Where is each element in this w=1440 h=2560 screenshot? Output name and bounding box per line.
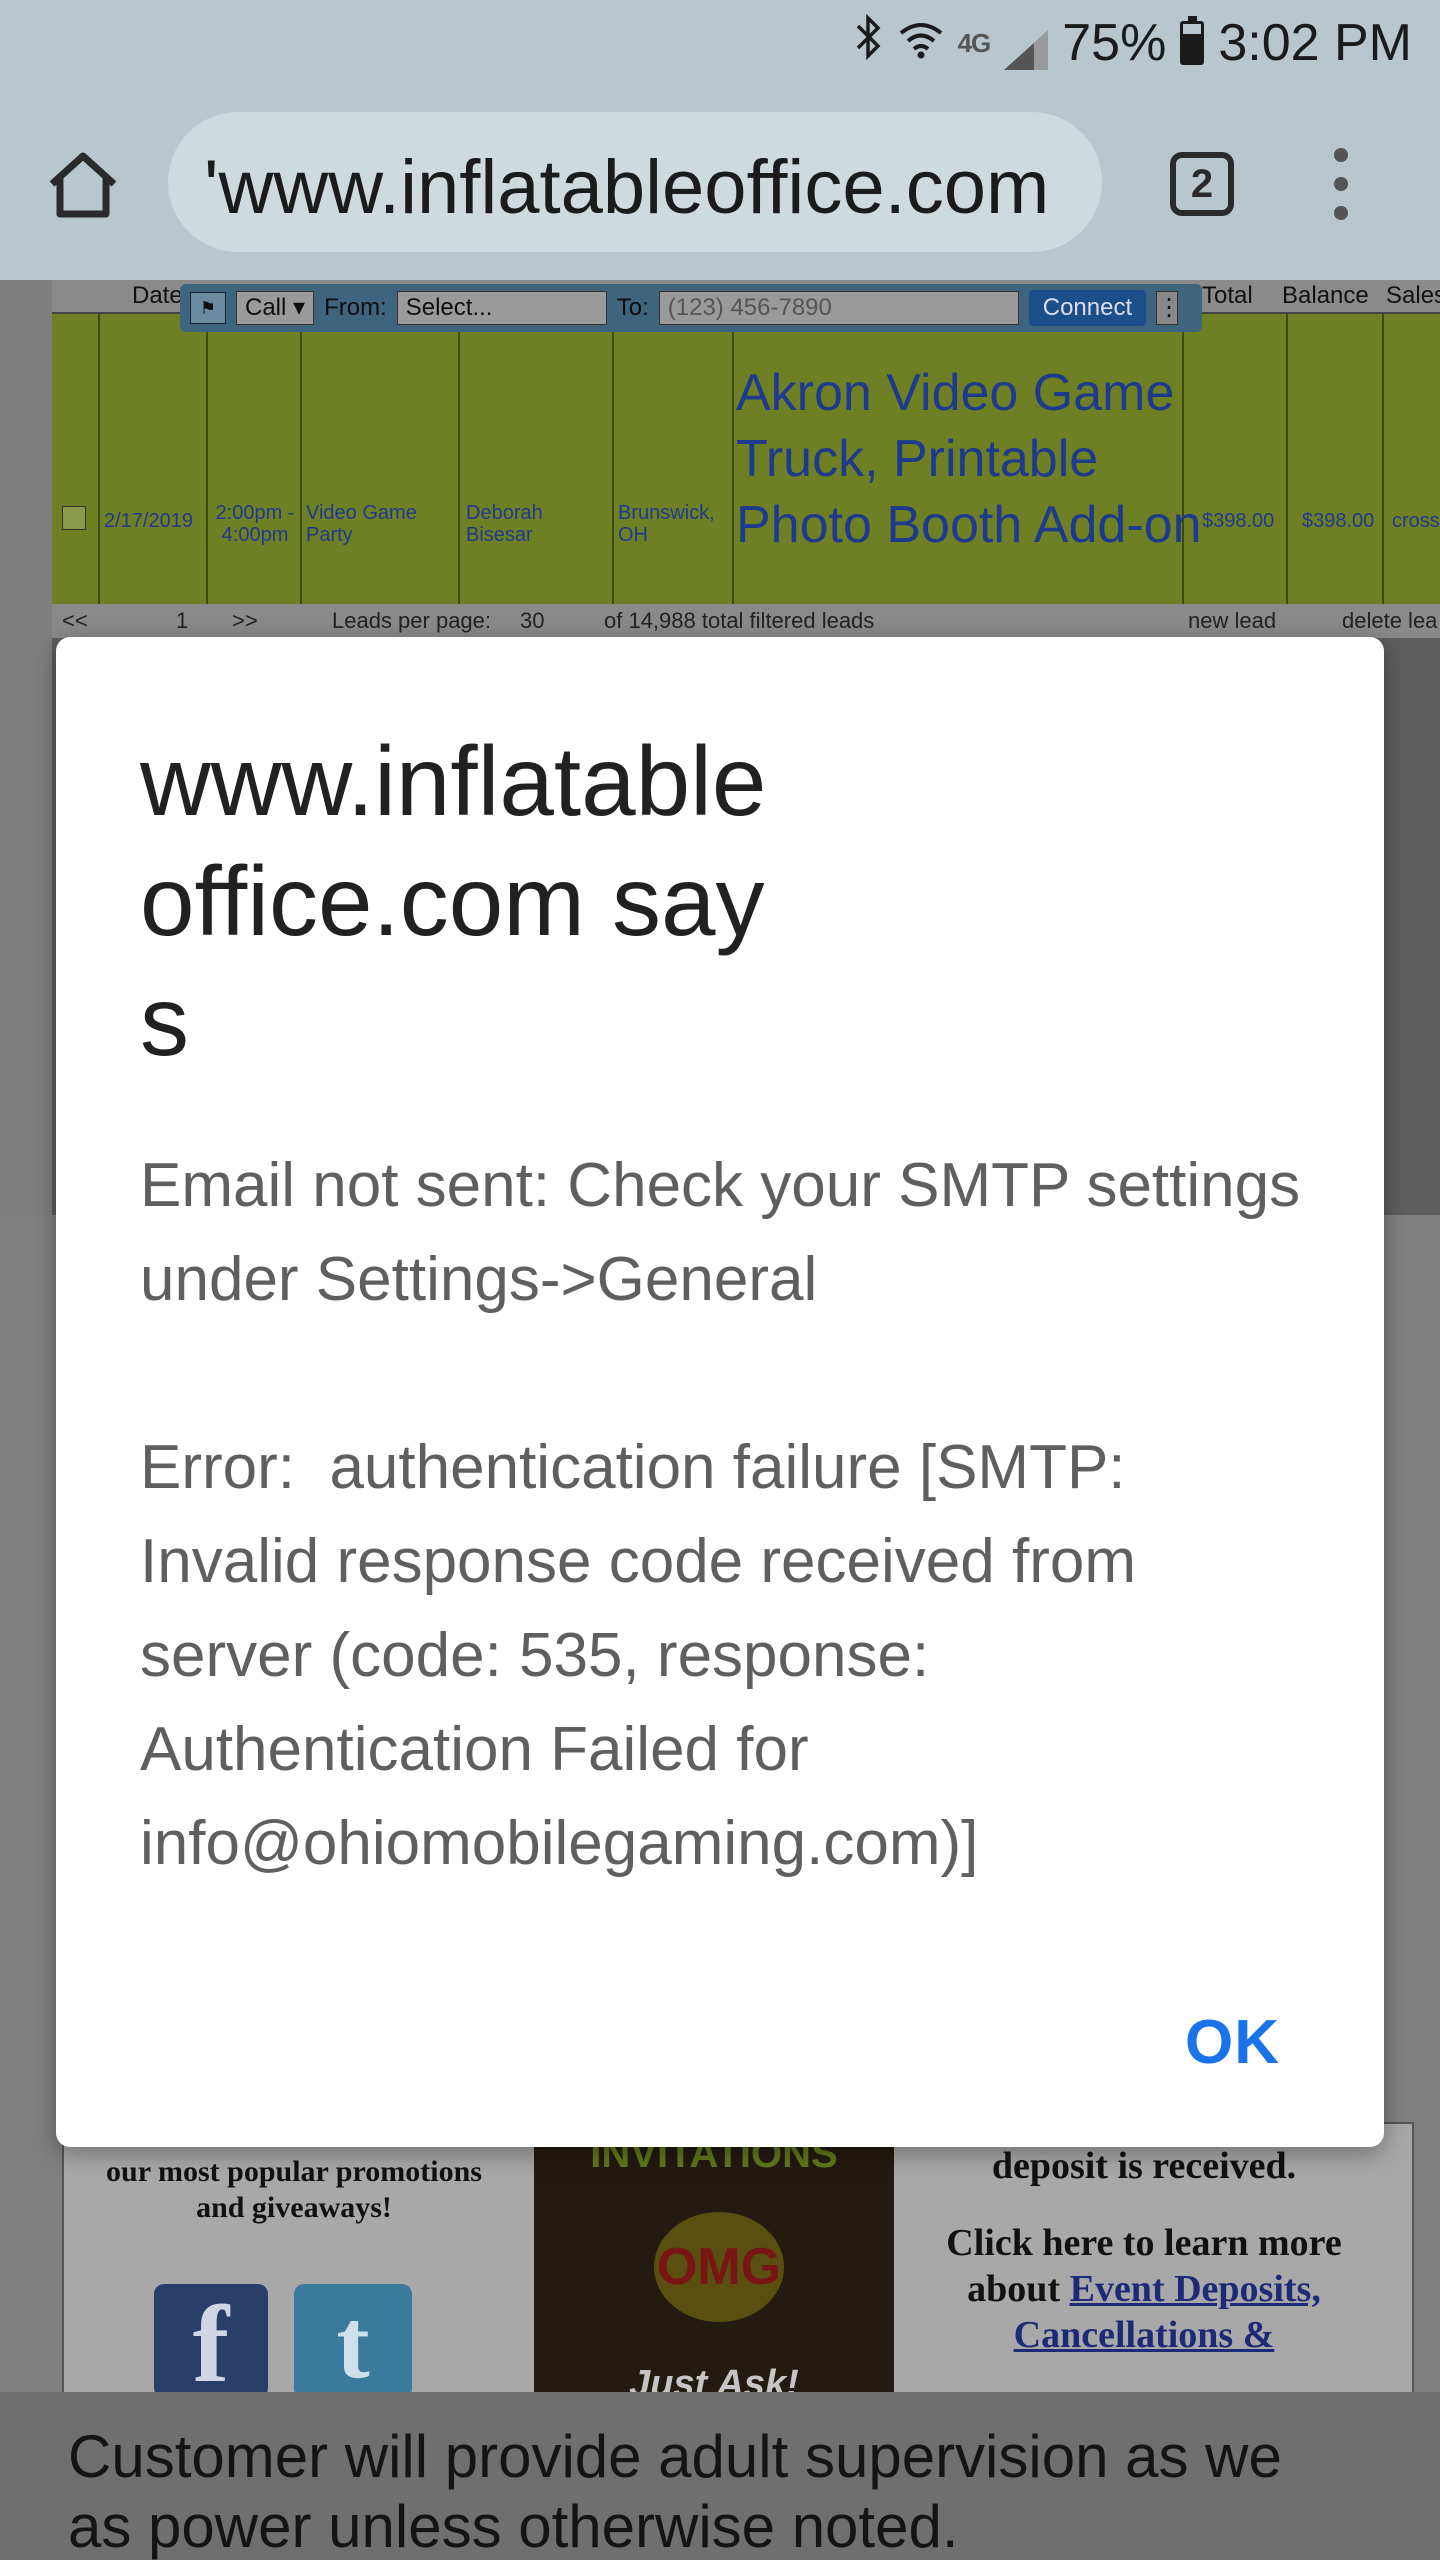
row-total: $398.00 — [1202, 510, 1275, 532]
row-sales: cross — [1392, 510, 1440, 532]
wifi-icon — [898, 13, 944, 73]
divider — [206, 314, 208, 604]
home-icon — [49, 152, 117, 218]
browser-toolbar: 'www.inflatableoffice.com 2 — [0, 86, 1440, 280]
facebook-icon[interactable]: f — [154, 2284, 268, 2404]
divider — [300, 314, 302, 604]
per-page-select[interactable]: 30 — [520, 608, 544, 634]
pagination-bar: << 1 >> Leads per page: 30 of 14,988 tot… — [52, 604, 1440, 638]
url-text: 'www.inflatableoffice.com — [204, 145, 1050, 230]
customer-terms-text: Customer will provide adult supervision … — [0, 2392, 1440, 2560]
call-mode-select[interactable]: Call ▾ — [236, 291, 315, 325]
row-time: 2:00pm - 4:00pm — [215, 502, 295, 546]
row-event: Video Game Party — [306, 502, 417, 546]
alert-dialog: www.inflatableoffice.com says Email not … — [56, 637, 1384, 2147]
omg-logo-icon: OMG — [654, 2212, 784, 2322]
row-title-link[interactable]: Akron Video Game Truck, Printable Photo … — [736, 360, 1236, 558]
twitter-icon[interactable]: t — [294, 2284, 412, 2399]
dialog-title: www.inflatableoffice.com says — [140, 726, 767, 1076]
table-row[interactable]: 2/17/2019 2:00pm - 4:00pm Video Game Par… — [52, 314, 1440, 604]
network-type-label: 4G — [957, 27, 992, 58]
status-bar: 4G 75% 3:02 PM — [0, 0, 1440, 86]
ok-button[interactable]: OK — [1185, 2007, 1280, 2078]
left-panel — [0, 280, 52, 1215]
divider — [458, 314, 460, 604]
divider — [732, 314, 734, 604]
signal-icon — [1004, 23, 1049, 70]
menu-dot-icon — [1334, 206, 1348, 220]
pin-icon[interactable]: ⚑ — [190, 292, 226, 324]
row-date: 2/17/2019 — [104, 510, 193, 532]
home-button[interactable] — [44, 146, 122, 224]
header-balance: Balance — [1282, 282, 1369, 309]
divider — [612, 314, 614, 604]
menu-dot-icon — [1334, 148, 1348, 162]
invitations-image: INVITATIONS OMG Just Ask! — [534, 2132, 894, 2412]
deposit-info: Click here to learn more about Event Dep… — [924, 2220, 1364, 2358]
bluetooth-icon — [854, 13, 884, 73]
divider — [1382, 314, 1384, 604]
new-lead-link[interactable]: new lead — [1188, 608, 1276, 634]
from-label: From: — [324, 294, 387, 321]
per-page-label: Leads per page: — [332, 608, 492, 633]
battery-icon — [1180, 16, 1205, 65]
header-date: Date — [132, 282, 183, 309]
tab-switcher-button[interactable]: 2 — [1170, 152, 1234, 216]
header-total: Total — [1202, 282, 1253, 309]
call-mode-value: Call — [245, 294, 287, 321]
customer-terms-line-2: as power unless otherwise noted. — [68, 2493, 959, 2560]
overflow-menu-button[interactable] — [1326, 148, 1356, 220]
to-label: To: — [616, 294, 649, 321]
connect-button[interactable]: Connect — [1028, 290, 1147, 326]
lead-count: of 14,988 total filtered leads — [604, 608, 875, 633]
delete-lead-link[interactable]: delete lea — [1342, 608, 1437, 634]
battery-fill — [1183, 33, 1202, 62]
call-more-button[interactable]: ⋮ — [1156, 291, 1181, 325]
first-page-link[interactable]: << — [62, 608, 88, 634]
deposit-policy-link[interactable]: Event Deposits, Cancellations & — [1014, 2268, 1321, 2356]
last-page-link[interactable]: >> — [232, 608, 258, 634]
battery-percent: 75% — [1062, 14, 1167, 72]
menu-dot-icon — [1334, 177, 1348, 191]
divider — [98, 314, 100, 604]
address-bar[interactable]: 'www.inflatableoffice.com — [168, 112, 1102, 252]
from-value: Select... — [405, 294, 493, 321]
header-sales: Sales — [1386, 282, 1440, 309]
deposit-text: deposit is received. — [991, 2145, 1297, 2187]
to-phone-input[interactable]: (123) 456-7890 — [658, 291, 1019, 325]
dialog-message: Email not sent: Check your SMTP settings… — [140, 1151, 1301, 1878]
status-icons: 4G 75% 3:02 PM — [854, 10, 1412, 76]
customer-terms-line-1: Customer will provide adult supervision … — [68, 2423, 1282, 2490]
row-balance: $398.00 — [1302, 510, 1375, 532]
current-page[interactable]: 1 — [176, 608, 188, 634]
divider — [1286, 314, 1288, 604]
call-toolbar: ⚑ Call ▾ From: Select... To: (123) 456-7… — [180, 284, 1202, 332]
promo-text: our most popular promotions and giveaway… — [106, 2155, 482, 2224]
row-name: Deborah Bisesar — [466, 502, 543, 546]
clock: 3:02 PM — [1218, 14, 1412, 72]
row-checkbox[interactable] — [62, 506, 86, 530]
from-select[interactable]: Select... — [396, 291, 607, 325]
row-city: Brunswick, OH — [618, 502, 715, 546]
